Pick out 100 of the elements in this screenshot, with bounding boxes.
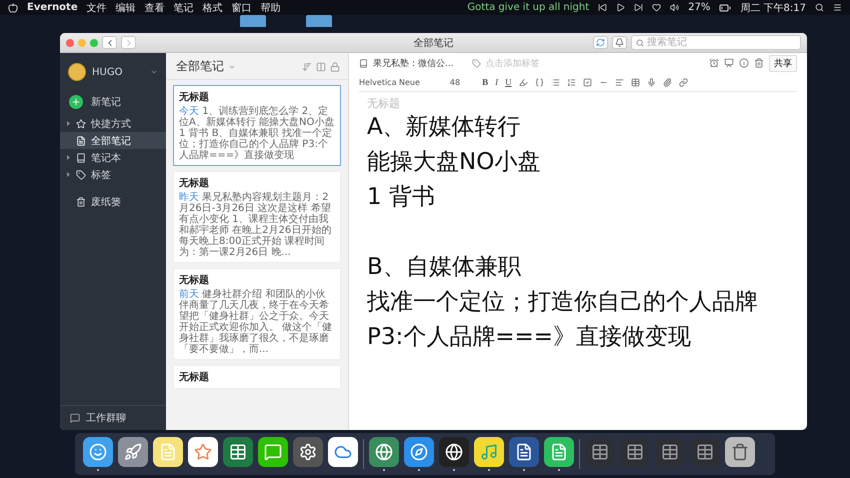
trash-icon (754, 58, 764, 68)
note-card[interactable]: 无标题 前天 健身社群介绍 和团队的小伙伴商量了几天几夜，终于在今天希望把「健身社群」公之于众。今天开始正式欢迎你加入。 做这个「健身社群」我琢磨了很久，不是琢磨「要不要做」，而... (173, 268, 341, 360)
heart-icon (652, 3, 662, 12)
note-text-line: 1 背书 (367, 183, 436, 212)
sidebar-item[interactable]: 全部笔记 (60, 132, 166, 149)
note-card[interactable]: 无标题 今天 1、训练营到底怎么学 2、定位A、新媒体转行 能操大盘NO小盘 1 背书 B、自媒体兼职 找准一个定位；打造你自己的个人品牌 P3:个人品牌===》直接做变现 (173, 85, 341, 166)
info-icon (739, 58, 749, 68)
trash-icon[interactable] (725, 437, 755, 467)
note-text-line: P3:个人品牌===》直接做变现 (367, 323, 692, 352)
plus-icon (69, 95, 83, 109)
sync-button[interactable] (593, 36, 608, 49)
font-size-selector[interactable]: 48 (450, 78, 460, 86)
music-note-icon[interactable] (474, 437, 504, 467)
compass-icon[interactable] (404, 437, 434, 467)
search-icon (815, 3, 824, 12)
menu-item[interactable]: 编辑 (116, 0, 136, 14)
format-button[interactable]: B (482, 77, 488, 87)
spreadsheet-icon[interactable] (223, 437, 253, 467)
note-card[interactable]: 无标题 (173, 365, 341, 389)
star-icon (76, 118, 86, 128)
format-button[interactable]: I (495, 77, 498, 87)
battery-icon (719, 2, 732, 14)
note-card[interactable]: 无标题 昨天 果兄私塾内容规划主题月：2月26日-3月26日 这次是这样 希望有点小变化 1、课程主体交付由我和郝宇老师 在晚上2月26日开始的每天晚上8:00正式开始 课程时间为：第一课2月26日 晚... (173, 171, 341, 263)
list-icon (833, 3, 842, 12)
tag-icon (76, 170, 86, 180)
notepad-icon[interactable] (153, 437, 183, 467)
battery-percent: 27% (688, 2, 710, 13)
caret-icon[interactable] (66, 121, 71, 126)
highlighter-icon (518, 78, 528, 86)
sidebar-item[interactable]: 废纸篓 (60, 193, 166, 210)
play-icon (616, 3, 626, 12)
code-icon (534, 78, 544, 86)
rocket-icon[interactable] (118, 437, 148, 467)
cloud-icon[interactable] (328, 437, 358, 467)
reminder-button[interactable] (612, 36, 627, 49)
menu-item[interactable]: 窗口 (232, 0, 252, 14)
note-text-line: B、自媒体兼职 (367, 253, 522, 282)
note-title: 无标题 (179, 370, 210, 384)
sync-icon (596, 38, 605, 47)
chevron-icon (150, 68, 158, 76)
sidebar-label: 全部笔记 (91, 134, 131, 148)
menu-item[interactable]: 文件 (86, 0, 107, 14)
work-chat-link[interactable]: 工作群聊 (86, 411, 126, 425)
align-icon (614, 78, 624, 86)
note-snippet: 昨天 果兄私塾内容规划主题月：2月26日-3月26日 这次是这样 希望有点小变化 1、课程主体交付由我和郝宇老师 在晚上2月26日开始的每天晚上8:00正式开始 课程时间为：第一课2月26日 晚... (179, 192, 332, 258)
list-title[interactable]: 全部笔记 (176, 58, 224, 75)
note-text-line: 找准一个定位；打造你自己的个人品牌 (367, 288, 759, 317)
bell-icon (615, 38, 624, 47)
new-note-button[interactable]: 新笔记 (60, 89, 166, 115)
menu-item[interactable]: Evernote (27, 2, 78, 13)
view-icon (316, 62, 326, 72)
note-text-line: A、新媒体转行 (367, 113, 522, 142)
window-title: 全部笔记 (414, 36, 454, 50)
clock-text: 周二 下午8:17 (740, 2, 806, 14)
trash-icon (76, 196, 86, 206)
note-title: 无标题 (179, 274, 210, 287)
previous-icon (598, 3, 608, 12)
search-field[interactable]: 搜索笔记 (631, 35, 801, 50)
notebook-name[interactable]: 果兄私塾：微信公... (373, 56, 454, 70)
font-selector[interactable]: Helvetica Neue (359, 78, 420, 86)
chat-icon (70, 413, 80, 423)
gear-icon[interactable] (293, 437, 323, 467)
note-text-line: 能操大盘NO小盘 (367, 148, 542, 177)
tag-icon (472, 58, 481, 68)
sort-icon (302, 62, 312, 72)
bullet-list-icon (550, 78, 560, 86)
caret-icon[interactable] (66, 172, 71, 177)
alarm-icon (709, 58, 719, 68)
menu-item[interactable]: 格式 (202, 0, 223, 14)
presentation-icon (724, 58, 734, 68)
next-icon (634, 3, 644, 12)
sidebar-item[interactable]: 快捷方式 (60, 115, 166, 132)
sidebar-label: 标签 (91, 168, 111, 182)
link-icon (678, 78, 688, 86)
globe-icon[interactable] (369, 437, 399, 467)
caret-icon[interactable] (66, 155, 71, 160)
menu-item[interactable]: 笔记 (174, 0, 194, 14)
apple-icon (8, 2, 18, 12)
attachment-icon (662, 78, 672, 86)
menu-item[interactable]: 帮助 (260, 0, 281, 14)
share-button[interactable]: 共享 (769, 54, 797, 72)
microphone-icon (646, 78, 656, 86)
numbered-list-icon (566, 78, 576, 86)
search-icon (636, 38, 644, 46)
table-icon (630, 78, 640, 86)
note-snippet: 前天 健身社群介绍 和团队的小伙伴商量了几天几夜，终于在今天希望把「健身社群」公之于众。今天开始正式欢迎你加入。 做这个「健身社群」我琢磨了很久，不是琢磨「要不要做」，而... (179, 289, 334, 355)
sidebar-label: 笔记本 (91, 152, 121, 164)
format-button[interactable]: U (505, 77, 512, 87)
sidebar-item[interactable]: 笔记本 (60, 149, 166, 166)
notebook-icon (359, 58, 368, 68)
note-snippet: 今天 1、训练营到底怎么学 2、定位A、新媒体转行 能操大盘NO小盘 1 背书 B、自媒体兼职 找准一个定位；打造你自己的个人品牌 P3:个人品牌===》直接做变现 (179, 106, 335, 161)
search-input[interactable]: 搜索笔记 (647, 37, 787, 48)
menu-item[interactable]: 查看 (144, 0, 165, 14)
volume-icon (670, 3, 680, 12)
user-name[interactable]: HUGO (92, 66, 122, 78)
sidebar-item[interactable]: 标签 (60, 166, 166, 183)
note-title: 无标题 (179, 176, 210, 190)
avatar[interactable] (68, 63, 86, 81)
back-button[interactable] (102, 36, 117, 49)
document-icon[interactable] (509, 437, 539, 467)
